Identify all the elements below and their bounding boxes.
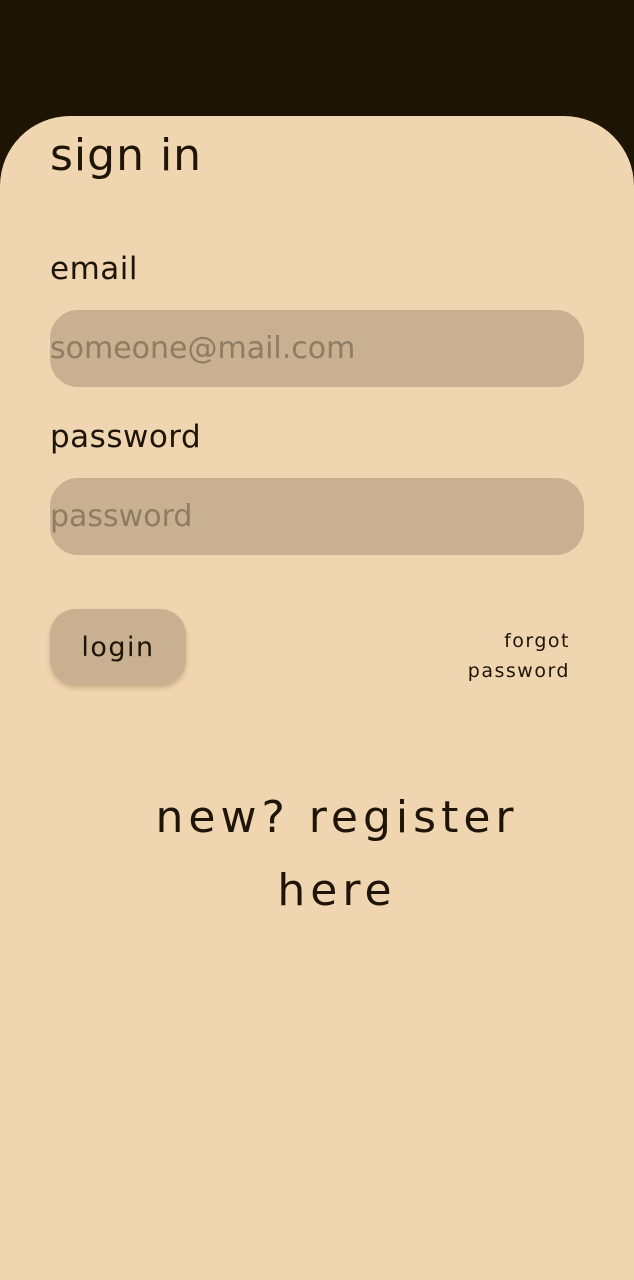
register-link[interactable]: new? register here	[117, 781, 557, 927]
password-field[interactable]	[50, 478, 584, 555]
page-title: sign in	[50, 130, 203, 181]
email-label: email	[50, 251, 138, 287]
sign-in-sheet: sign in email password login forgot pass…	[0, 116, 634, 1280]
forgot-password-link[interactable]: forgot password	[440, 626, 570, 686]
email-field[interactable]	[50, 310, 584, 387]
password-label: password	[50, 419, 202, 455]
login-button[interactable]: login	[50, 609, 186, 685]
